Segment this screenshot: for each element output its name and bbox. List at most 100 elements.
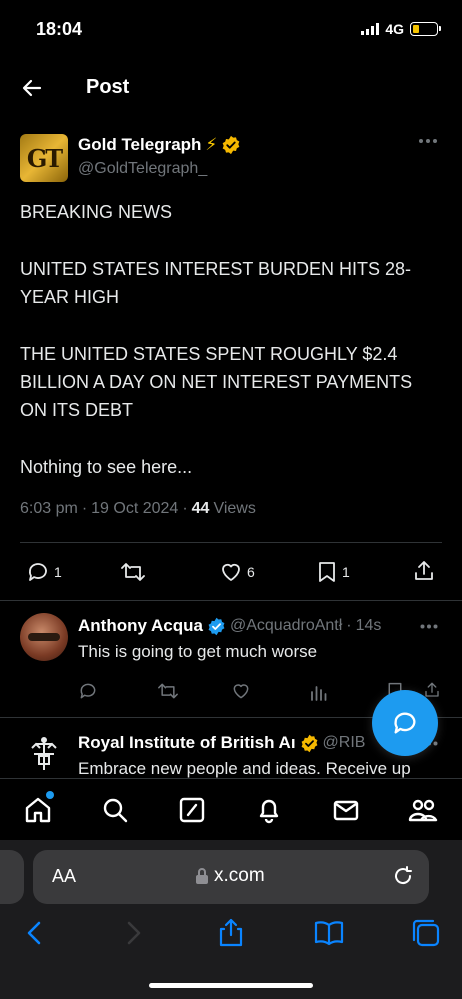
- tweet-text-line: Nothing to see here...: [20, 457, 193, 477]
- chevron-left-icon: [27, 921, 41, 945]
- bookmark-button[interactable]: 1: [316, 560, 350, 584]
- reply-header[interactable]: Royal Institute of British Aı @RIB: [78, 733, 408, 753]
- page-title: Post: [86, 76, 130, 98]
- grok-icon: [179, 797, 205, 823]
- reply-time: 14s: [355, 617, 382, 634]
- author-avatar[interactable]: GT: [20, 134, 68, 182]
- notification-dot: [46, 791, 54, 799]
- browser-bookmarks-button[interactable]: [313, 920, 345, 946]
- home-indicator: [149, 983, 313, 988]
- tweet-text-line: BREAKING NEWS: [20, 202, 173, 222]
- more-horizontal-icon: [419, 139, 437, 143]
- back-button[interactable]: [20, 76, 44, 100]
- signal-icon: [361, 23, 380, 35]
- reply-text: This is going to get much worse: [78, 642, 318, 661]
- heart-icon: [222, 563, 240, 581]
- mail-icon: [333, 800, 359, 821]
- divider: [20, 542, 442, 543]
- verified-badge-icon: [208, 617, 225, 635]
- reply-button[interactable]: 1: [26, 560, 62, 584]
- bell-icon: [259, 799, 279, 824]
- tweet-text-line: ON ITS DEBT: [20, 400, 134, 420]
- author-name: Gold Telegraph: [78, 135, 202, 154]
- tab-grok[interactable]: [175, 793, 209, 827]
- chevron-right-icon: [127, 921, 141, 945]
- riba-crest-icon: [31, 737, 57, 770]
- reply-header[interactable]: Anthony Acqua @AcquadroAntł · 14s: [78, 616, 412, 636]
- verified-badge-icon: [223, 135, 240, 155]
- reply-count: 1: [54, 564, 62, 580]
- tab-home[interactable]: [21, 791, 55, 827]
- status-time: 18:04: [36, 19, 83, 39]
- bookmark-icon: [319, 562, 335, 582]
- browser-tabs-button[interactable]: [411, 918, 441, 948]
- tab-search[interactable]: [98, 793, 132, 827]
- book-icon: [314, 921, 344, 946]
- views-count: 44: [191, 500, 210, 517]
- share-icon: [415, 561, 433, 580]
- browser-share-button[interactable]: [218, 917, 244, 947]
- reply-repost-button[interactable]: [157, 681, 179, 701]
- like-count: 6: [247, 564, 255, 580]
- bookmark-count: 1: [342, 564, 350, 580]
- status-indicators: 4G: [361, 21, 441, 37]
- tweet-text-line: YEAR HIGH: [20, 287, 120, 307]
- tab-messages[interactable]: [329, 793, 363, 827]
- more-options-button[interactable]: [418, 138, 438, 144]
- heart-icon: [233, 684, 249, 699]
- more-horizontal-icon: [420, 624, 438, 629]
- search-icon: [103, 798, 128, 823]
- reply-icon: [29, 563, 47, 581]
- network-label: 4G: [385, 21, 404, 37]
- tweet-text-line: THE UNITED STATES SPENT ROUGHLY $2.4: [20, 344, 398, 364]
- tweet-date: 19 Oct 2024: [91, 500, 179, 517]
- reply-author-handle: @AcquadroAntł: [229, 617, 343, 634]
- reply-bubble-icon: [394, 712, 416, 734]
- tabs-icon: [412, 919, 440, 947]
- repost-button[interactable]: [120, 560, 146, 584]
- tweet-text-line: UNITED STATES INTEREST BURDEN HITS 28-: [20, 259, 412, 279]
- tweet-meta: 6:03 pm · 19 Oct 2024 · 44 Views: [20, 500, 256, 517]
- battery-icon: [410, 22, 441, 36]
- previous-tab-preview[interactable]: [0, 850, 24, 904]
- reply-avatar[interactable]: [20, 730, 68, 778]
- back-arrow-icon: [22, 79, 42, 97]
- divider: [0, 600, 462, 601]
- reply-text: Embrace new people and ideas. Receive up: [78, 759, 411, 778]
- analytics-icon: [311, 686, 327, 701]
- reply-views-button[interactable]: [310, 681, 328, 701]
- author-name-row[interactable]: Gold Telegraph ⚡: [78, 135, 241, 155]
- reply-avatar[interactable]: [20, 613, 68, 661]
- reply-author-handle: @RIB: [322, 734, 366, 751]
- tab-notifications[interactable]: [252, 793, 286, 827]
- home-icon: [25, 797, 51, 823]
- reader-options-button[interactable]: AA: [52, 866, 76, 887]
- lock-icon: [195, 867, 209, 885]
- tweet-time: 6:03 pm: [20, 500, 78, 517]
- share-button[interactable]: [412, 559, 436, 583]
- share-icon: [219, 918, 243, 947]
- url-text: x.com: [214, 865, 265, 886]
- browser-back-button[interactable]: [25, 920, 43, 946]
- repost-icon: [121, 563, 145, 581]
- reply-author-name: Royal Institute of British Aı: [78, 733, 296, 752]
- reply-reply-button[interactable]: [78, 681, 98, 701]
- compose-reply-button[interactable]: [372, 690, 438, 756]
- bottom-tab-bar: [0, 778, 462, 840]
- reload-button[interactable]: [392, 865, 414, 887]
- repost-icon: [158, 683, 178, 699]
- people-icon: [408, 799, 438, 822]
- lightning-emoji: ⚡: [205, 135, 218, 154]
- tab-communities[interactable]: [406, 793, 440, 827]
- reply-like-button[interactable]: [231, 681, 251, 701]
- reply-author-name: Anthony Acqua: [78, 616, 203, 635]
- browser-forward-button[interactable]: [125, 920, 143, 946]
- reply-icon: [80, 683, 96, 699]
- author-handle[interactable]: @GoldTelegraph_: [78, 160, 207, 178]
- like-button[interactable]: 6: [219, 560, 255, 584]
- reply-more-button[interactable]: [420, 624, 438, 629]
- reload-icon: [395, 866, 412, 885]
- verified-badge-icon: [301, 734, 317, 752]
- views-label: Views: [213, 500, 256, 517]
- tweet-text-line: BILLION A DAY ON NET INTEREST PAYMENTS: [20, 372, 413, 392]
